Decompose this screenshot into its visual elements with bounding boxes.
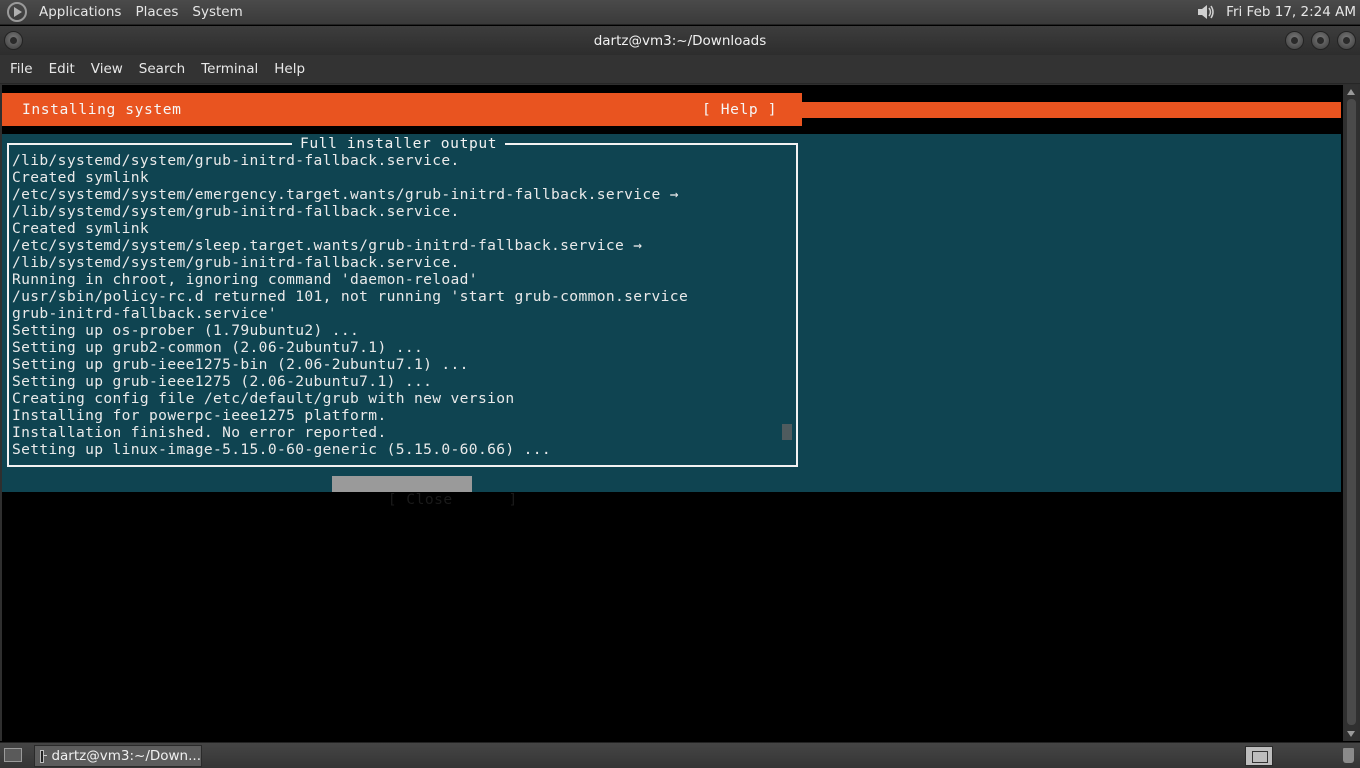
workspace-switcher[interactable]: [1245, 746, 1273, 766]
show-desktop-icon[interactable]: [4, 748, 22, 762]
output-line: grub-initrd-fallback.service': [12, 305, 277, 322]
output-line: /etc/systemd/system/emergency.target.wan…: [12, 186, 679, 203]
minimize-button[interactable]: [1285, 31, 1304, 50]
places-menu[interactable]: Places: [128, 4, 185, 20]
clock[interactable]: Fri Feb 17, 2:24 AM: [1226, 4, 1356, 20]
terminal-icon: [40, 749, 48, 763]
output-line: Setting up linux-image-5.15.0-60-generic…: [12, 441, 552, 458]
output-line: /lib/systemd/system/grub-initrd-fallback…: [12, 152, 460, 169]
panel-tray: Fri Feb 17, 2:24 AM: [1194, 2, 1360, 22]
output-line: Setting up os-prober (1.79ubuntu2) ...: [12, 322, 360, 339]
output-line: Setting up grub-ieee1275 (2.06-2ubuntu7.…: [12, 373, 433, 390]
output-line: Created symlink: [12, 220, 150, 237]
terminal-window: dartz@vm3:~/Downloads File Edit View Sea…: [0, 26, 1360, 741]
gnome-foot-icon[interactable]: [7, 2, 27, 22]
maximize-button[interactable]: [1311, 31, 1330, 50]
system-menu[interactable]: System: [185, 4, 249, 20]
scroll-indicator: [782, 424, 792, 440]
output-line: /lib/systemd/system/grub-initrd-fallback…: [12, 203, 460, 220]
trash-icon[interactable]: [1343, 748, 1354, 763]
taskbar-item-label: dartz@vm3:~/Down...: [51, 748, 201, 764]
output-line: /lib/systemd/system/grub-initrd-fallback…: [12, 254, 460, 271]
menu-file[interactable]: File: [2, 61, 41, 77]
output-line: Creating config file /etc/default/grub w…: [12, 390, 515, 407]
close-button-label: [ Close ]: [387, 491, 518, 508]
output-title: Full installer output: [292, 135, 506, 152]
output-line: /etc/systemd/system/sleep.target.wants/g…: [12, 237, 643, 254]
output-line: Created symlink: [12, 169, 150, 186]
output-log[interactable]: /lib/systemd/system/grub-initrd-fallback…: [12, 152, 782, 458]
menu-edit[interactable]: Edit: [41, 61, 83, 77]
window-menu-button[interactable]: [4, 31, 23, 50]
output-line: Setting up grub-ieee1275-bin (2.06-2ubun…: [12, 356, 469, 373]
applications-menu[interactable]: Applications: [32, 4, 128, 20]
header-stripe: [802, 102, 1341, 118]
bottom-panel: dartz@vm3:~/Down...: [0, 742, 1360, 768]
taskbar-terminal-item[interactable]: dartz@vm3:~/Down...: [34, 745, 202, 767]
speaker-icon[interactable]: [1194, 2, 1218, 22]
output-line: Setting up grub2-common (2.06-2ubuntu7.1…: [12, 339, 424, 356]
scrollbar-thumb[interactable]: [1347, 99, 1356, 725]
installer-title: Installing system: [22, 101, 182, 118]
output-line: Installing for powerpc-ieee1275 platform…: [12, 407, 387, 424]
window-title: dartz@vm3:~/Downloads: [593, 32, 767, 49]
help-button[interactable]: [ Help ]: [702, 101, 777, 118]
menu-help[interactable]: Help: [266, 61, 313, 77]
scroll-down-arrow-icon[interactable]: [1347, 731, 1355, 737]
menu-view[interactable]: View: [83, 61, 131, 77]
close-window-button[interactable]: [1337, 31, 1356, 50]
menu-terminal[interactable]: Terminal: [193, 61, 266, 77]
scroll-up-arrow-icon[interactable]: [1347, 89, 1355, 95]
menu-search[interactable]: Search: [131, 61, 193, 77]
output-line: /usr/sbin/policy-rc.d returned 101, not …: [12, 288, 689, 305]
menubar: File Edit View Search Terminal Help: [0, 55, 1360, 84]
output-line: Installation finished. No error reported…: [12, 424, 387, 441]
close-button[interactable]: [ Close ]: [332, 476, 517, 508]
output-line: Running in chroot, ignoring command 'dae…: [12, 271, 478, 288]
window-titlebar[interactable]: dartz@vm3:~/Downloads: [0, 26, 1360, 55]
terminal-scrollbar[interactable]: [1345, 85, 1358, 741]
terminal-area[interactable]: Installing system [ Help ] Full installe…: [2, 85, 1343, 741]
top-panel: Applications Places System Fri Feb 17, 2…: [0, 0, 1360, 25]
